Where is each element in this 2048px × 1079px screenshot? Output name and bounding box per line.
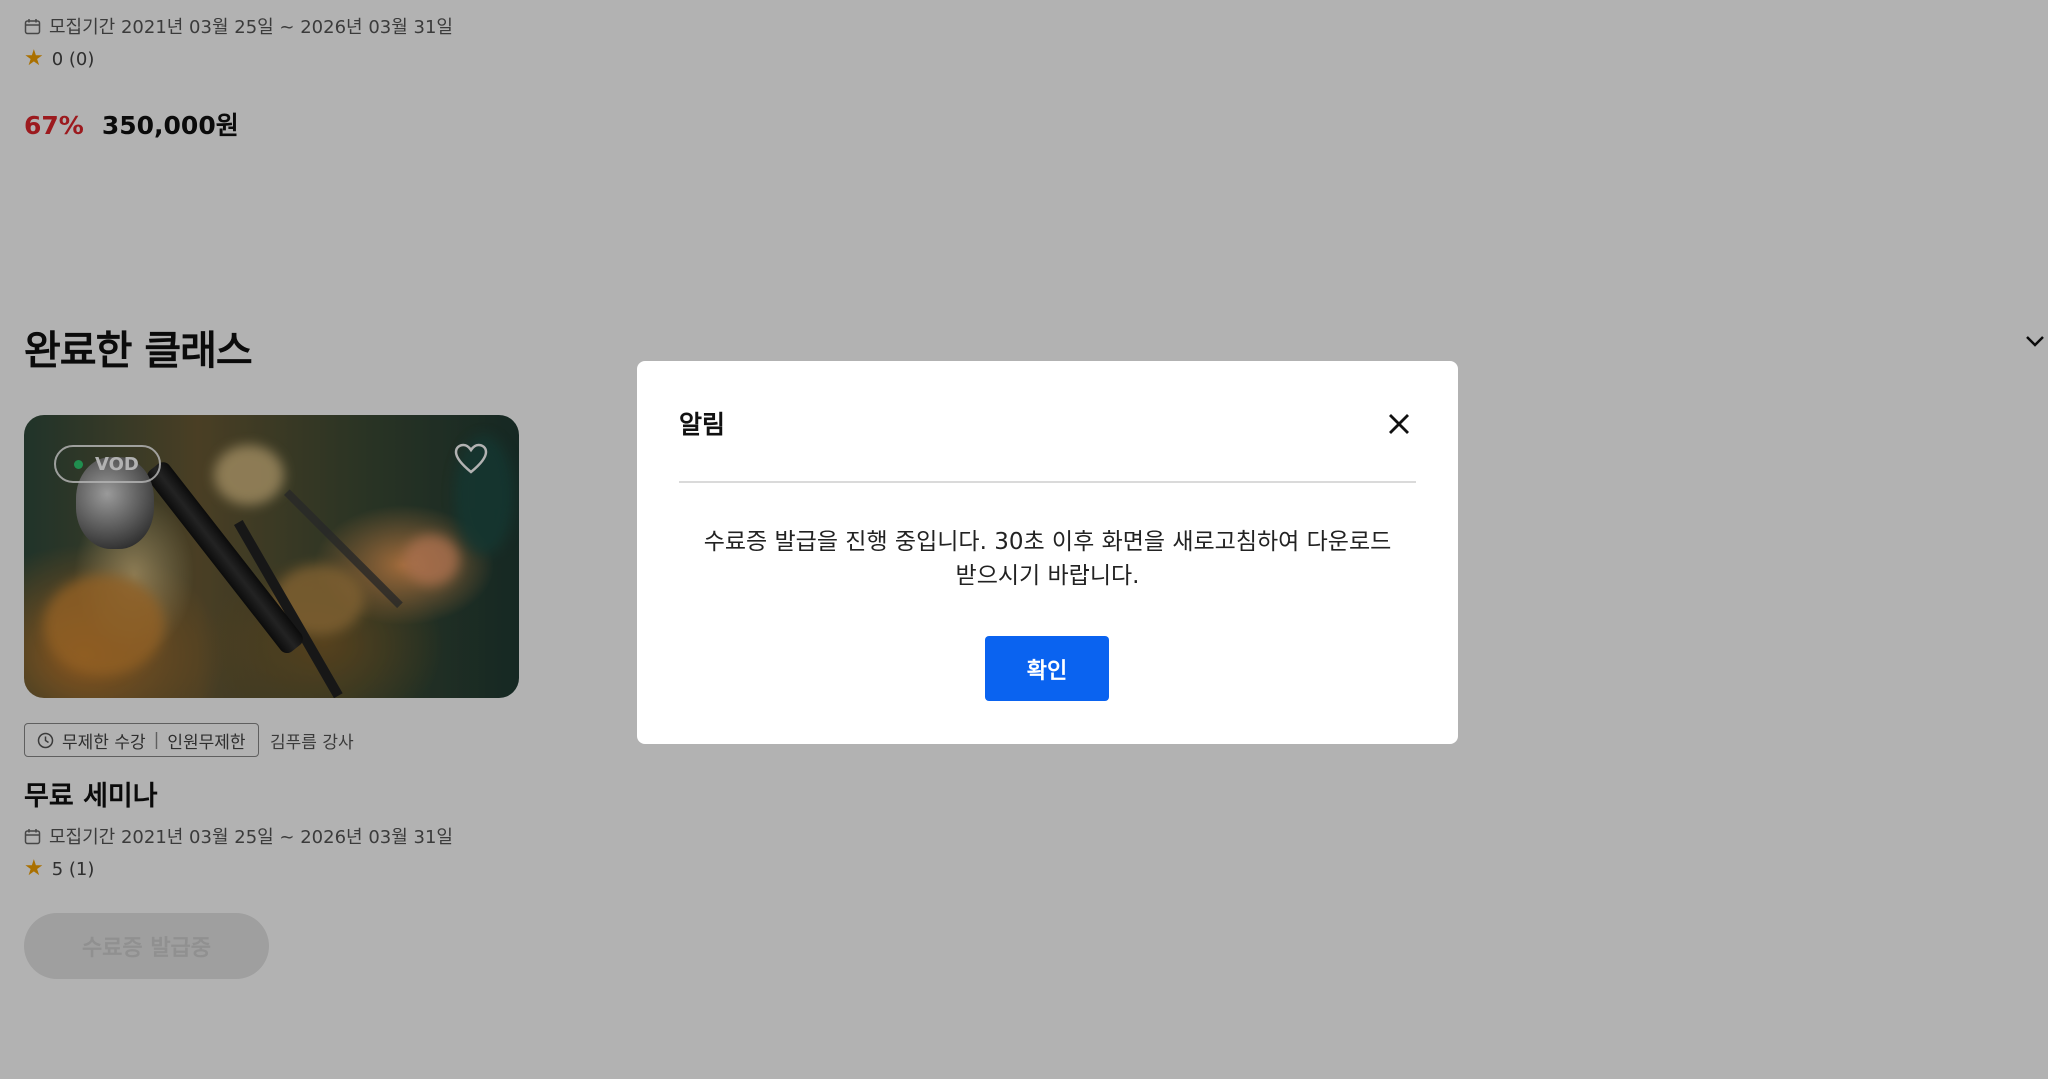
modal-message-line: 수료증 발급을 진행 중입니다. 30초 이후 화면을 새로고침하여 다운로드: [703, 529, 1392, 555]
confirm-button[interactable]: 확인: [985, 636, 1109, 701]
alert-modal: 알림 수료증 발급을 진행 중입니다. 30초 이후 화면을 새로고침하여 다운…: [637, 361, 1458, 744]
modal-divider: [679, 481, 1416, 483]
modal-message-line: 받으시기 바랍니다.: [955, 563, 1140, 589]
close-icon[interactable]: [1385, 410, 1413, 438]
page: 모집기간 2021년 03월 25일 ~ 2026년 03월 31일 ★ 0 (…: [0, 0, 2048, 1079]
modal-message: 수료증 발급을 진행 중입니다. 30초 이후 화면을 새로고침하여 다운로드 …: [679, 525, 1416, 593]
modal-title: 알림: [679, 410, 726, 439]
